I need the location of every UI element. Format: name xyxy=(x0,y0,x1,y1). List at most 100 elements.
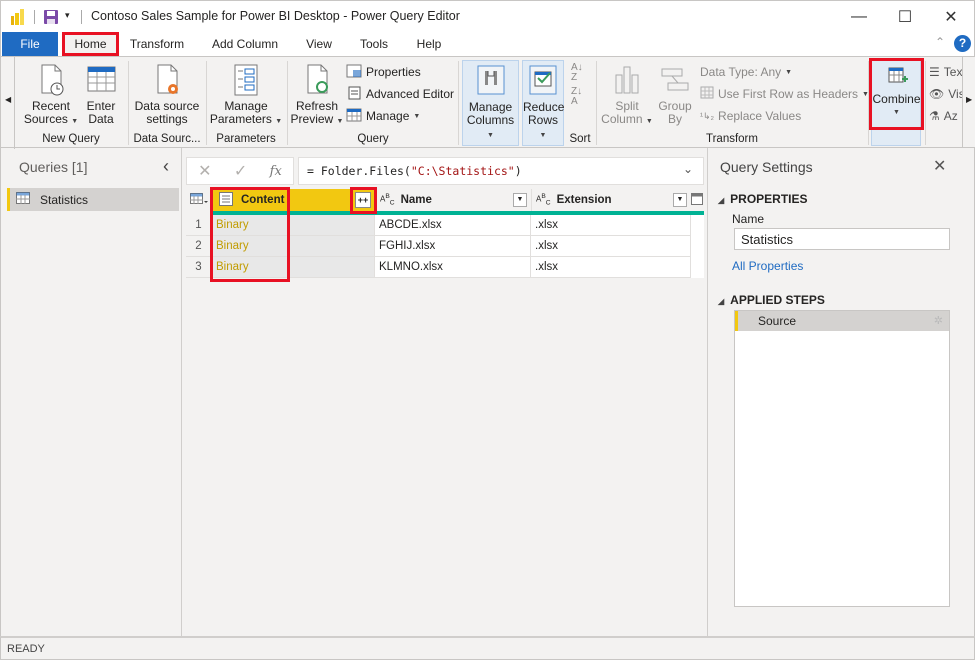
combine-icon xyxy=(885,64,909,93)
manage-columns-label-2: Columns xyxy=(466,113,515,127)
close-settings-icon[interactable]: ✕ xyxy=(933,156,946,176)
manage-parameters-label-2: Parameters xyxy=(209,112,272,126)
tab-add-column[interactable]: Add Column xyxy=(201,32,289,56)
reduce-rows-icon xyxy=(528,64,558,101)
enter-data-button[interactable]: Enter Data xyxy=(83,63,119,126)
text-lines-icon: ☰ xyxy=(929,65,940,79)
data-source-settings-label-2: settings xyxy=(146,112,188,126)
minimize-button[interactable]: — xyxy=(836,1,882,33)
collapse-ribbon-icon[interactable]: ⌃ xyxy=(935,35,945,49)
formula-input[interactable]: = Folder.Files("C:\Statistics") xyxy=(298,157,704,185)
name-label: Name xyxy=(732,212,765,226)
title-bar: ▾ Contoso Sales Sample for Power BI Desk… xyxy=(0,0,975,32)
fx-icon[interactable]: fx xyxy=(270,164,282,179)
column-header-extension[interactable]: ABC Extension ▼ xyxy=(531,189,691,211)
save-icon[interactable] xyxy=(43,9,59,28)
replace-values-icon: ¹↳₂ xyxy=(700,110,715,121)
column-filter-dropdown[interactable]: ▼ xyxy=(673,193,687,207)
quick-access-dropdown-icon[interactable]: ▾ xyxy=(65,10,70,21)
collapse-queries-icon[interactable]: ‹ xyxy=(163,156,169,177)
collapse-triangle-icon: ◢ xyxy=(718,297,725,306)
scroll-right-button[interactable]: ▶ xyxy=(962,57,975,147)
formula-controls: ✕ ✓ fx xyxy=(186,157,294,185)
cell-name[interactable]: ABCDE.xlsx xyxy=(375,215,531,236)
text-analytics-button[interactable]: ☰ Tex xyxy=(929,62,962,82)
data-source-settings-button[interactable]: Data source settings xyxy=(131,63,203,126)
text-analytics-label: Tex xyxy=(943,65,963,79)
manage-columns-button[interactable]: Manage Columns ▼ xyxy=(462,60,519,146)
column-header-more[interactable] xyxy=(691,189,704,211)
table-column-icon xyxy=(691,192,703,208)
cell-name[interactable]: FGHIJ.xlsx xyxy=(375,236,531,257)
tab-help[interactable]: Help xyxy=(407,32,451,56)
tab-file[interactable]: File xyxy=(2,32,58,56)
cell-extension[interactable]: .xlsx xyxy=(531,215,691,236)
sort-descending-icon[interactable]: Z↓ A xyxy=(571,87,582,107)
close-button[interactable]: ✕ xyxy=(928,1,974,33)
query-name-input[interactable]: Statistics xyxy=(734,228,950,250)
flask-icon: ⚗ xyxy=(929,109,940,123)
query-settings-title: Query Settings xyxy=(720,159,813,175)
group-by-label-2: By xyxy=(667,112,682,126)
advanced-editor-icon xyxy=(346,86,362,103)
parameters-icon xyxy=(231,63,261,100)
tab-view[interactable]: View xyxy=(297,32,341,56)
split-column-button[interactable]: Split Column ▼ xyxy=(601,63,653,128)
use-first-row-headers-button[interactable]: Use First Row as Headers ▼ xyxy=(700,84,869,104)
query-item-statistics[interactable]: Statistics xyxy=(7,188,179,211)
text-type-icon: ABC xyxy=(380,193,395,207)
combine-label: Combine xyxy=(872,92,921,106)
sort-ascending-icon[interactable]: A↓ Z xyxy=(571,63,583,83)
column-header-name[interactable]: ABC Name ▼ xyxy=(375,189,531,211)
data-type-label: Data Type: Any xyxy=(700,65,782,79)
properties-section-header[interactable]: ◢ PROPERTIES xyxy=(718,192,808,206)
azure-ml-button[interactable]: ⚗ Az xyxy=(929,106,958,126)
recent-sources-label-2: Sources xyxy=(23,112,68,126)
cancel-icon[interactable]: ✕ xyxy=(198,161,211,181)
formula-prefix: = Folder.Files( xyxy=(307,164,411,178)
recent-sources-button[interactable]: Recent Sources ▼ xyxy=(19,63,83,128)
split-column-label-2: Column xyxy=(601,112,643,126)
table-menu-icon xyxy=(190,192,208,208)
applied-steps-section-header[interactable]: ◢ APPLIED STEPS xyxy=(718,293,825,307)
cell-extension[interactable]: .xlsx xyxy=(531,257,691,278)
commit-icon[interactable]: ✓ xyxy=(234,161,247,181)
all-properties-link[interactable]: All Properties xyxy=(732,259,803,273)
cell-name[interactable]: KLMNO.xlsx xyxy=(375,257,531,278)
queries-header: Queries [1] xyxy=(19,159,88,175)
applied-steps-list: Source ✲ xyxy=(734,310,950,607)
manage-query-button[interactable]: Manage ▼ xyxy=(346,106,420,126)
vision-button[interactable]: 👁 Vis xyxy=(929,84,965,104)
advanced-editor-button[interactable]: Advanced Editor xyxy=(346,84,454,104)
separator xyxy=(34,10,35,24)
table-menu-button[interactable] xyxy=(186,189,212,211)
scroll-left-icon[interactable]: ◀ xyxy=(5,95,11,104)
manage-parameters-button[interactable]: Manage Parameters ▼ xyxy=(209,63,283,128)
reduce-rows-label-2: Rows xyxy=(527,113,558,127)
tab-transform[interactable]: Transform xyxy=(121,32,193,56)
data-type-dropdown[interactable]: Data Type: Any ▼ xyxy=(700,62,792,82)
group-label-new-query: New Query xyxy=(42,133,100,145)
refresh-preview-button[interactable]: Refresh Preview ▼ xyxy=(289,63,345,128)
row-index: 3 xyxy=(186,257,212,278)
azure-ml-label: Az xyxy=(943,109,958,123)
help-icon[interactable]: ? xyxy=(954,35,971,52)
combine-button[interactable]: Combine ▼ xyxy=(869,58,924,130)
reduce-rows-button[interactable]: Reduce Rows ▼ xyxy=(522,60,564,146)
power-bi-logo-icon xyxy=(11,9,25,25)
step-item-source[interactable]: Source ✲ xyxy=(735,311,949,331)
step-settings-gear-icon[interactable]: ✲ xyxy=(934,311,943,331)
cell-extension[interactable]: .xlsx xyxy=(531,236,691,257)
split-column-icon xyxy=(612,63,642,100)
properties-button[interactable]: Properties xyxy=(346,62,421,82)
group-by-button[interactable]: Group By xyxy=(655,63,695,126)
column-filter-dropdown[interactable]: ▼ xyxy=(513,193,527,207)
maximize-button[interactable]: ☐ xyxy=(882,1,928,33)
group-label-query: Query xyxy=(357,133,389,145)
tab-tools[interactable]: Tools xyxy=(351,32,397,56)
tab-home[interactable]: Home xyxy=(62,32,119,56)
content-column-highlight xyxy=(210,187,290,282)
column-name: Name xyxy=(400,194,432,206)
replace-values-button[interactable]: ¹↳₂ Replace Values xyxy=(700,106,801,126)
expand-formula-icon[interactable]: ⌄ xyxy=(683,162,693,176)
